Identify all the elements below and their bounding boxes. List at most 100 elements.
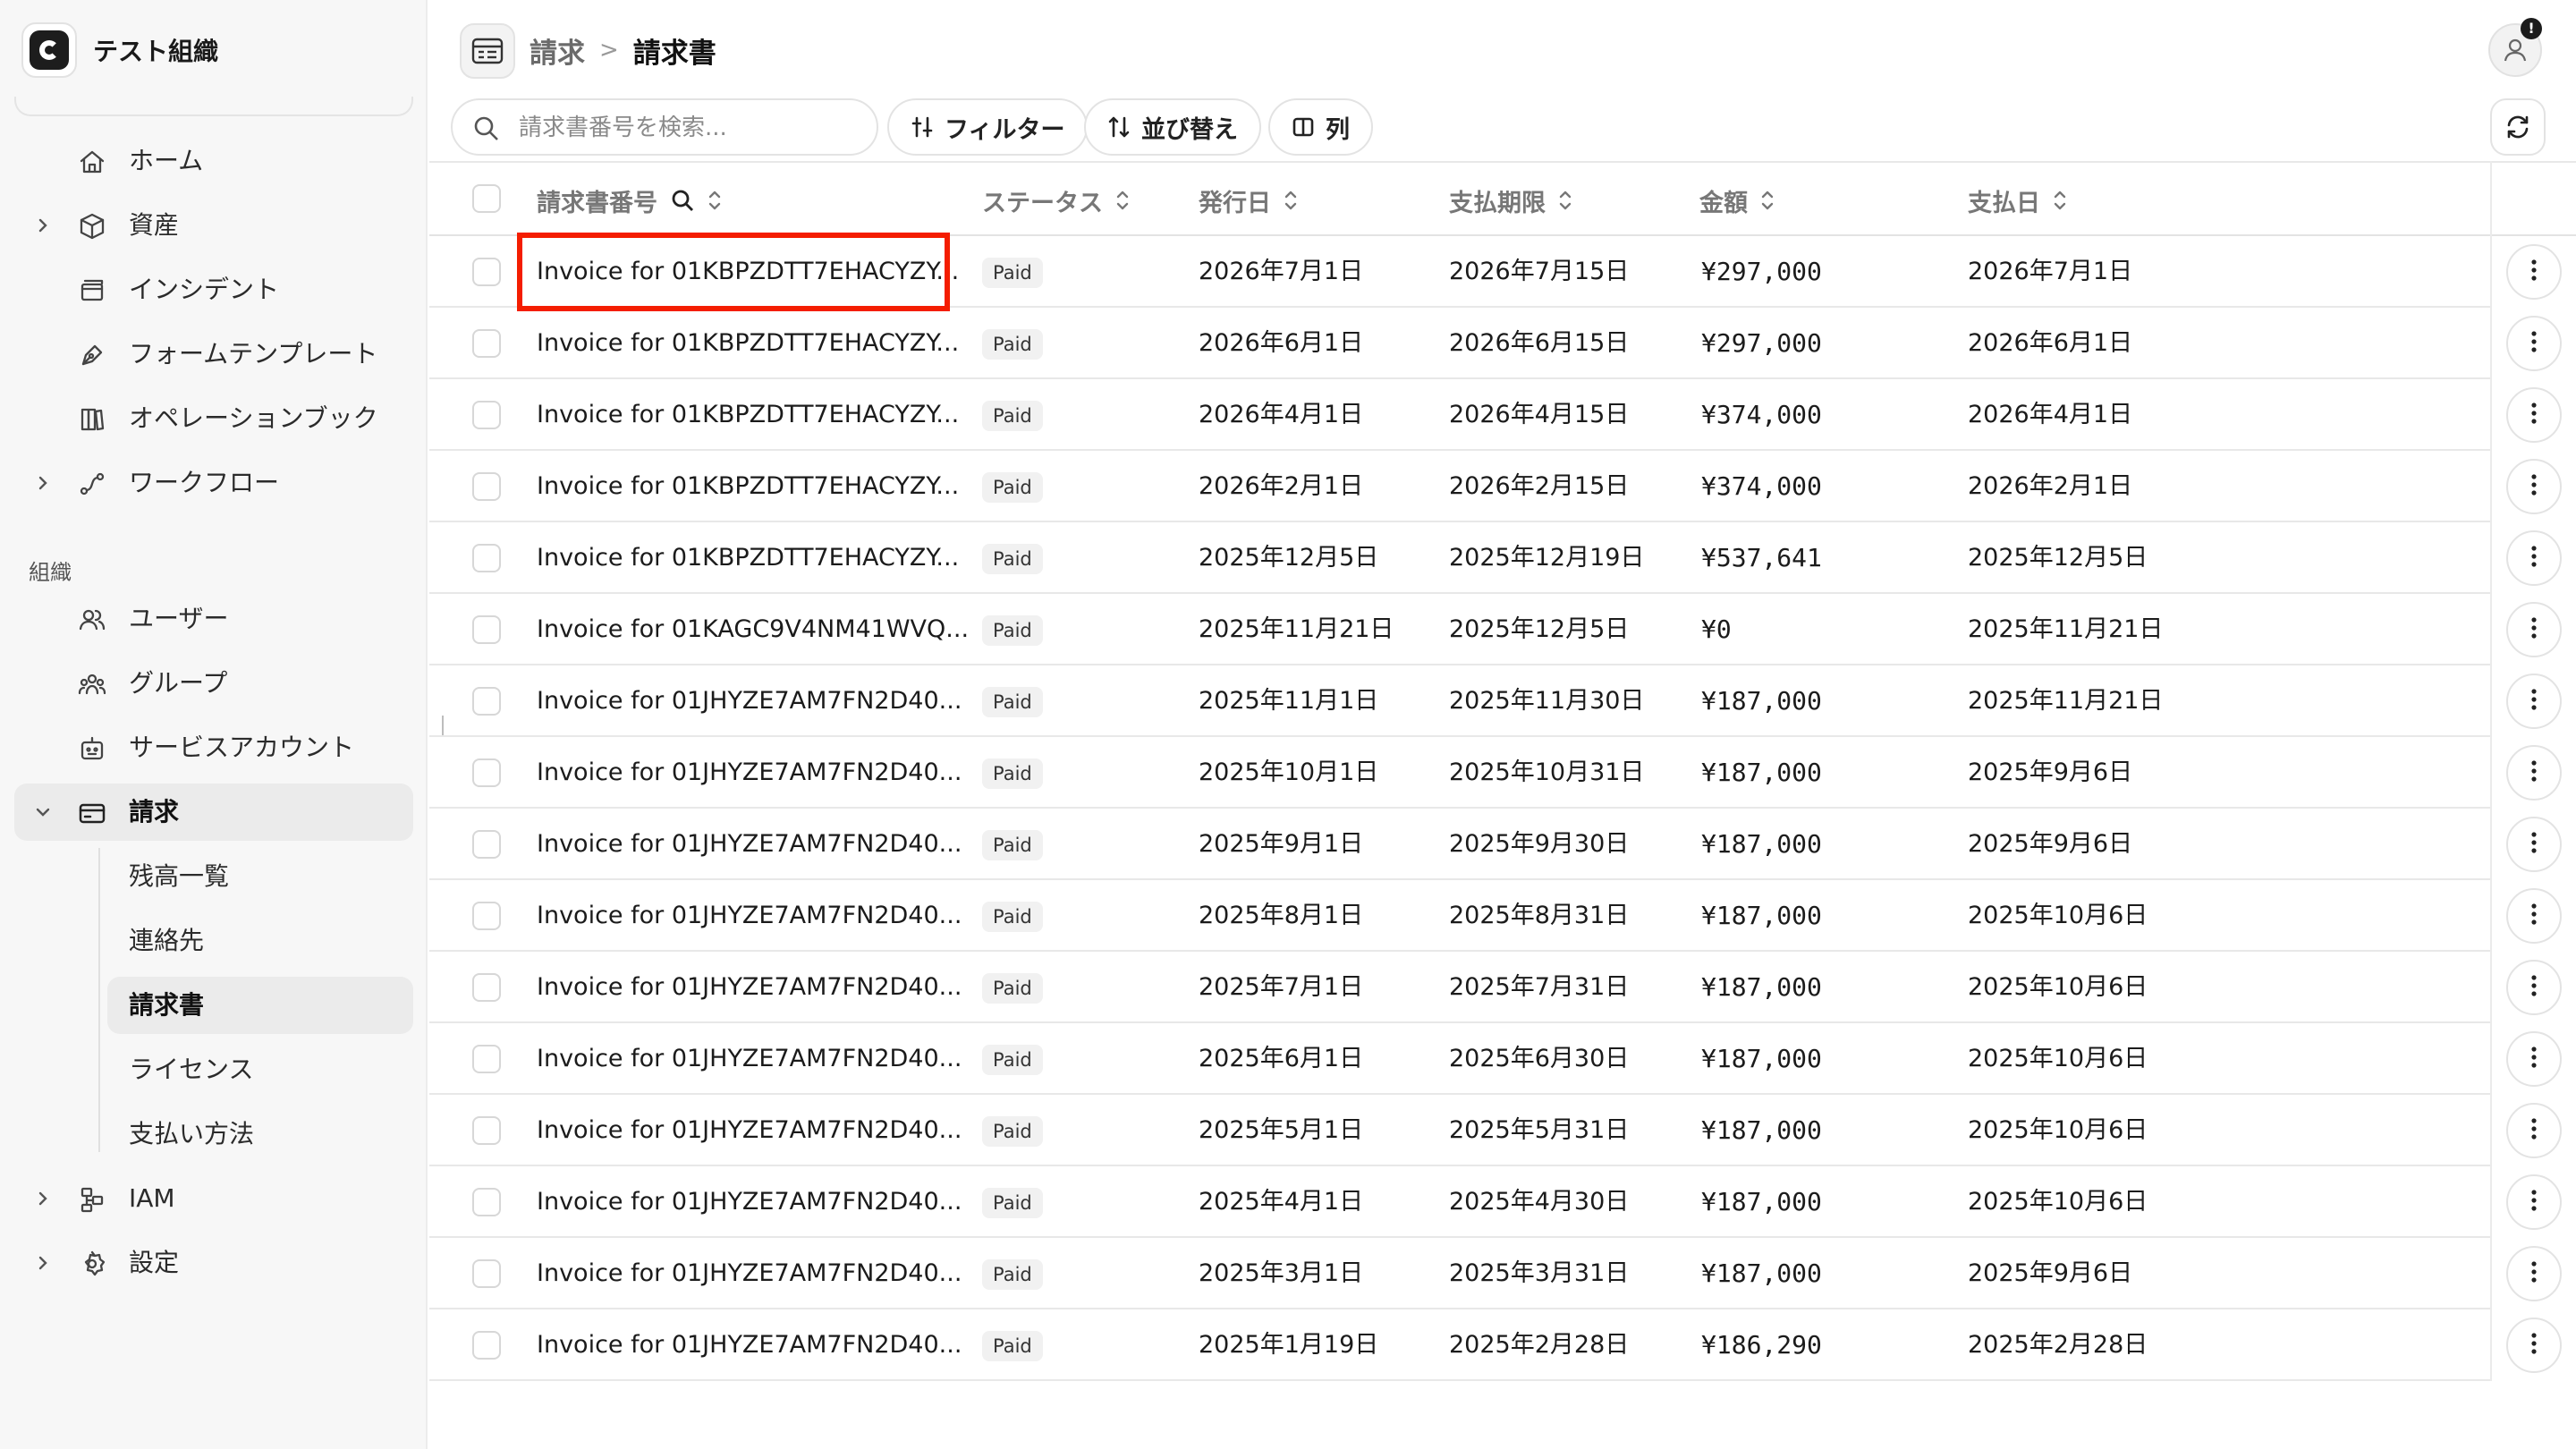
sort-button[interactable]: 並び替え	[1084, 98, 1261, 156]
invoice-number-link[interactable]: Invoice for 01JHYZE7AM7FN2D40...	[537, 1238, 962, 1309]
table-row[interactable]: Invoice for 01JHYZE7AM7FN2D40... 2025年10月…	[429, 737, 2490, 809]
column-header-due-date[interactable]: 支払期限	[1449, 163, 1574, 238]
sidebar-subitem-balance[interactable]: 残高一覧	[107, 848, 413, 905]
table-row[interactable]: Invoice for 01JHYZE7AM7FN2D40... 2025年6月1…	[429, 1023, 2490, 1095]
row-checkbox[interactable]	[472, 1259, 501, 1288]
row-actions-button[interactable]	[2506, 1174, 2562, 1230]
sidebar-item-iam[interactable]: IAM	[14, 1170, 413, 1227]
row-actions-button[interactable]	[2506, 1103, 2562, 1158]
chevron-right-icon[interactable]	[32, 1188, 54, 1209]
row-checkbox[interactable]	[472, 1045, 501, 1073]
row-checkbox[interactable]	[472, 1116, 501, 1145]
sort-toggle-icon[interactable]	[1115, 188, 1131, 213]
invoice-number-link[interactable]: Invoice for 01JHYZE7AM7FN2D40...	[537, 880, 962, 952]
row-actions-button[interactable]	[2506, 888, 2562, 944]
sort-toggle-icon[interactable]	[1558, 188, 1574, 213]
table-row[interactable]: Invoice for 01KAGC9V4NM41WVQ... 2025年11月2…	[429, 594, 2490, 665]
table-row[interactable]: Invoice for 01KBPZDTT7EHACYZY... 2026年4月1…	[429, 379, 2490, 451]
row-actions-button[interactable]	[2506, 459, 2562, 514]
chevron-down-icon[interactable]	[32, 801, 54, 823]
invoice-number-link[interactable]: Invoice for 01JHYZE7AM7FN2D40...	[537, 952, 962, 1023]
select-all-checkbox[interactable]	[472, 184, 501, 213]
column-header-invoice-number[interactable]: 請求書番号	[537, 163, 724, 238]
sort-toggle-icon[interactable]	[1760, 188, 1776, 213]
row-actions-button[interactable]	[2506, 316, 2562, 371]
row-actions-button[interactable]	[2506, 530, 2562, 586]
table-row[interactable]: Invoice for 01JHYZE7AM7FN2D40... 2025年1月1…	[429, 1309, 2490, 1381]
table-row[interactable]: Invoice for 01KBPZDTT7EHACYZY... 2026年6月1…	[429, 308, 2490, 379]
sort-toggle-icon[interactable]	[1284, 188, 1300, 213]
invoice-number-link[interactable]: Invoice for 01JHYZE7AM7FN2D40...	[537, 1023, 962, 1095]
sidebar-item-billing[interactable]: 請求	[14, 784, 413, 841]
row-actions-button[interactable]	[2506, 244, 2562, 300]
sidebar-item-form-templates[interactable]: フォームテンプレート	[14, 326, 413, 383]
row-checkbox[interactable]	[472, 544, 501, 572]
table-row[interactable]: Invoice for 01JHYZE7AM7FN2D40... 2025年7月1…	[429, 952, 2490, 1023]
table-row[interactable]: Invoice for 01JHYZE7AM7FN2D40... 2025年8月1…	[429, 880, 2490, 952]
invoice-number-link[interactable]: Invoice for 01JHYZE7AM7FN2D40...	[537, 809, 962, 880]
sidebar-item-groups[interactable]: グループ	[14, 655, 413, 712]
row-checkbox[interactable]	[472, 258, 501, 286]
table-row[interactable]: Invoice for 01JHYZE7AM7FN2D40... 2025年5月1…	[429, 1095, 2490, 1166]
row-checkbox[interactable]	[472, 1188, 501, 1216]
chevron-right-icon[interactable]	[32, 472, 54, 494]
row-checkbox[interactable]	[472, 1331, 501, 1360]
row-actions-button[interactable]	[2506, 1031, 2562, 1087]
table-row[interactable]: Invoice for 01JHYZE7AM7FN2D40... 2025年3月1…	[429, 1238, 2490, 1309]
sidebar-subitem-licenses[interactable]: ライセンス	[107, 1041, 413, 1098]
sort-toggle-icon[interactable]	[2053, 188, 2069, 213]
row-actions-button[interactable]	[2506, 817, 2562, 872]
sort-toggle-icon[interactable]	[708, 188, 724, 213]
table-row[interactable]: Invoice for 01KBPZDTT7EHACYZY... 2026年2月1…	[429, 451, 2490, 522]
column-header-paid-date[interactable]: 支払日	[1968, 163, 2069, 238]
invoice-number-link[interactable]: Invoice for 01JHYZE7AM7FN2D40...	[537, 737, 962, 809]
column-header-amount[interactable]: 金額	[1699, 163, 1776, 238]
row-actions-button[interactable]	[2506, 745, 2562, 801]
sidebar-item-workflow[interactable]: ワークフロー	[14, 454, 413, 512]
invoice-number-link[interactable]: Invoice for 01JHYZE7AM7FN2D40...	[537, 1095, 962, 1166]
invoice-number-link[interactable]: Invoice for 01JHYZE7AM7FN2D40...	[537, 1309, 962, 1381]
sidebar-item-operation-book[interactable]: オペレーションブック	[14, 390, 413, 447]
column-header-issue-date[interactable]: 発行日	[1199, 163, 1300, 238]
sidebar-item-settings[interactable]: 設定	[14, 1234, 413, 1292]
column-search-icon[interactable]	[670, 188, 695, 213]
invoice-number-link[interactable]: Invoice for 01JHYZE7AM7FN2D40...	[537, 665, 962, 737]
invoice-number-link[interactable]: Invoice for 01KBPZDTT7EHACYZY...	[537, 522, 959, 594]
row-checkbox[interactable]	[472, 687, 501, 716]
row-actions-button[interactable]	[2506, 674, 2562, 729]
row-checkbox[interactable]	[472, 973, 501, 1002]
breadcrumb-billing[interactable]: 請求	[530, 30, 585, 71]
sidebar-item-service-accounts[interactable]: サービスアカウント	[14, 719, 413, 776]
row-actions-button[interactable]	[2506, 960, 2562, 1015]
row-checkbox[interactable]	[472, 615, 501, 644]
invoice-number-link[interactable]: Invoice for 01KBPZDTT7EHACYZY...	[537, 379, 959, 451]
search-input[interactable]	[519, 109, 859, 147]
column-header-status[interactable]: ステータス	[982, 163, 1131, 238]
sidebar-subitem-invoices[interactable]: 請求書	[107, 977, 413, 1034]
row-checkbox[interactable]	[472, 830, 501, 859]
row-checkbox[interactable]	[472, 758, 501, 787]
row-actions-button[interactable]	[2506, 602, 2562, 657]
chevron-right-icon[interactable]	[32, 215, 54, 236]
row-checkbox[interactable]	[472, 401, 501, 429]
invoice-number-link[interactable]: Invoice for 01KAGC9V4NM41WVQ...	[537, 594, 969, 665]
sidebar-item-home[interactable]: ホーム	[14, 132, 413, 190]
chevron-right-icon[interactable]	[32, 1252, 54, 1274]
columns-button[interactable]: 列	[1268, 98, 1373, 156]
invoice-number-link[interactable]: Invoice for 01KBPZDTT7EHACYZY...	[537, 308, 959, 379]
table-row[interactable]: Invoice for 01JHYZE7AM7FN2D40... 2025年9月1…	[429, 809, 2490, 880]
refresh-button[interactable]	[2490, 98, 2546, 156]
filter-button[interactable]: フィルター	[887, 98, 1089, 156]
org-switcher[interactable]: テスト組織	[21, 20, 218, 80]
table-row[interactable]: Invoice for 01JHYZE7AM7FN2D40... 2025年4月1…	[429, 1166, 2490, 1238]
table-row[interactable]: Invoice for 01KBPZDTT7EHACYZY... 2025年12月…	[429, 522, 2490, 594]
sidebar-item-assets[interactable]: 資産	[14, 197, 413, 254]
row-checkbox[interactable]	[472, 329, 501, 358]
sidebar-item-incidents[interactable]: インシデント	[14, 261, 413, 318]
invoice-number-link[interactable]: Invoice for 01KBPZDTT7EHACYZY...	[537, 451, 959, 522]
row-actions-button[interactable]	[2506, 1318, 2562, 1373]
sidebar-item-users[interactable]: ユーザー	[14, 590, 413, 648]
row-checkbox[interactable]	[472, 902, 501, 930]
sidebar-subitem-payment-methods[interactable]: 支払い方法	[107, 1106, 413, 1163]
row-actions-button[interactable]	[2506, 387, 2562, 443]
